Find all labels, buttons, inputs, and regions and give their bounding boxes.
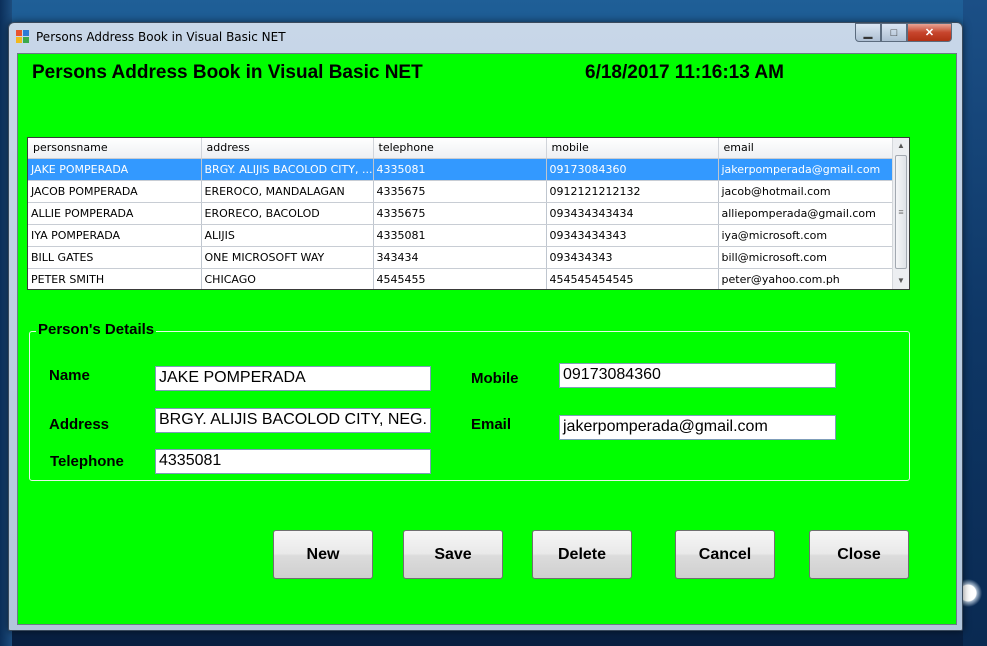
title-bar[interactable]: Persons Address Book in Visual Basic NET… xyxy=(9,23,962,50)
email-field[interactable]: jakerpomperada@gmail.com xyxy=(559,415,836,440)
cell-personsname[interactable]: JACOB POMPERADA xyxy=(28,180,202,203)
desktop-logo-icon xyxy=(960,563,987,623)
cell-personsname[interactable]: IYA POMPERADA xyxy=(28,224,202,247)
desktop-background-right xyxy=(963,0,987,646)
cell-mobile[interactable]: 0912121212132 xyxy=(546,180,719,203)
maximize-icon: □ xyxy=(890,26,898,39)
scroll-down-icon[interactable]: ▼ xyxy=(893,273,909,289)
name-field[interactable]: JAKE POMPERADA xyxy=(155,366,431,391)
grip-icon: ≡ xyxy=(898,207,904,217)
cell-telephone[interactable]: 4545455 xyxy=(373,268,547,289)
cell-email[interactable]: jakerpomperada@gmail.com xyxy=(718,158,894,181)
cell-mobile[interactable]: 09173084360 xyxy=(546,158,719,181)
delete-button[interactable]: Delete xyxy=(532,530,632,579)
table-row[interactable]: JAKE POMPERADA BRGY. ALIJIS BACOLOD CITY… xyxy=(28,158,894,181)
telephone-label: Telephone xyxy=(50,453,124,470)
cell-address[interactable]: ONE MICROSOFT WAY xyxy=(201,246,374,269)
cell-telephone[interactable]: 4335081 xyxy=(373,158,547,181)
address-label: Address xyxy=(49,416,110,433)
name-label: Name xyxy=(49,367,90,384)
table-row[interactable]: JACOB POMPERADA EREROCO, MANDALAGAN 4335… xyxy=(28,180,894,203)
cell-mobile[interactable]: 454545454545 xyxy=(546,268,719,289)
mobile-label: Mobile xyxy=(471,370,519,387)
close-window-button[interactable]: ✕ xyxy=(907,23,952,42)
window-title: Persons Address Book in Visual Basic NET xyxy=(36,29,286,44)
cell-email[interactable]: iya@microsoft.com xyxy=(718,224,894,247)
column-header-personsname[interactable]: personsname xyxy=(28,138,202,159)
cell-telephone[interactable]: 343434 xyxy=(373,246,547,269)
cell-telephone[interactable]: 4335675 xyxy=(373,180,547,203)
persons-data-grid[interactable]: personsname address telephone mobile ema… xyxy=(27,137,910,290)
scrollbar-thumb[interactable]: ≡ xyxy=(895,155,907,269)
scroll-up-icon[interactable]: ▲ xyxy=(893,138,909,154)
table-row[interactable]: PETER SMITH CHICAGO 4545455 454545454545… xyxy=(28,268,894,289)
mobile-field[interactable]: 09173084360 xyxy=(559,363,836,388)
column-header-telephone[interactable]: telephone xyxy=(373,138,547,159)
cell-mobile[interactable]: 09343434343 xyxy=(546,224,719,247)
minimize-button[interactable]: ▁ xyxy=(855,23,881,42)
cell-personsname[interactable]: PETER SMITH xyxy=(28,268,202,289)
column-header-mobile[interactable]: mobile xyxy=(546,138,719,159)
grid-vertical-scrollbar[interactable]: ▲ ≡ ▼ xyxy=(892,138,909,289)
telephone-field[interactable]: 4335081 xyxy=(155,449,431,474)
close-icon: ✕ xyxy=(924,27,935,39)
cell-email[interactable]: peter@yahoo.com.ph xyxy=(718,268,894,289)
cell-email[interactable]: jacob@hotmail.com xyxy=(718,180,894,203)
table-row[interactable]: IYA POMPERADA ALIJIS 4335081 09343434343… xyxy=(28,224,894,247)
table-row[interactable]: BILL GATES ONE MICROSOFT WAY 343434 0934… xyxy=(28,246,894,269)
column-header-email[interactable]: email xyxy=(718,138,894,159)
cell-address[interactable]: ERORECO, BACOLOD xyxy=(201,202,374,225)
save-button[interactable]: Save xyxy=(403,530,503,579)
cell-address[interactable]: ALIJIS xyxy=(201,224,374,247)
cell-personsname[interactable]: JAKE POMPERADA xyxy=(28,158,202,181)
cancel-button[interactable]: Cancel xyxy=(675,530,775,579)
cell-address[interactable]: EREROCO, MANDALAGAN xyxy=(201,180,374,203)
table-row[interactable]: ALLIE POMPERADA ERORECO, BACOLOD 4335675… xyxy=(28,202,894,225)
grid-header-row: personsname address telephone mobile ema… xyxy=(28,138,894,159)
email-label: Email xyxy=(471,416,512,433)
column-header-address[interactable]: address xyxy=(201,138,374,159)
groupbox-title: Person's Details xyxy=(36,321,157,338)
minimize-icon: ▁ xyxy=(863,27,873,39)
cell-address[interactable]: BRGY. ALIJIS BACOLOD CITY, ... xyxy=(201,158,374,181)
app-icon[interactable] xyxy=(16,29,30,44)
cell-mobile[interactable]: 093434343434 xyxy=(546,202,719,225)
address-field[interactable]: BRGY. ALIJIS BACOLOD CITY, NEG. OCC. xyxy=(155,408,431,433)
maximize-button[interactable]: □ xyxy=(881,23,907,42)
cell-personsname[interactable]: ALLIE POMPERADA xyxy=(28,202,202,225)
page-title: Persons Address Book in Visual Basic NET xyxy=(32,62,423,83)
cell-email[interactable]: alliepomperada@gmail.com xyxy=(718,202,894,225)
cell-email[interactable]: bill@microsoft.com xyxy=(718,246,894,269)
datetime-label: 6/18/2017 11:16:13 AM xyxy=(585,62,784,83)
cell-telephone[interactable]: 4335675 xyxy=(373,202,547,225)
cell-address[interactable]: CHICAGO xyxy=(201,268,374,289)
new-button[interactable]: New xyxy=(273,530,373,579)
cell-mobile[interactable]: 093434343 xyxy=(546,246,719,269)
cell-personsname[interactable]: BILL GATES xyxy=(28,246,202,269)
close-button[interactable]: Close xyxy=(809,530,909,579)
cell-telephone[interactable]: 4335081 xyxy=(373,224,547,247)
